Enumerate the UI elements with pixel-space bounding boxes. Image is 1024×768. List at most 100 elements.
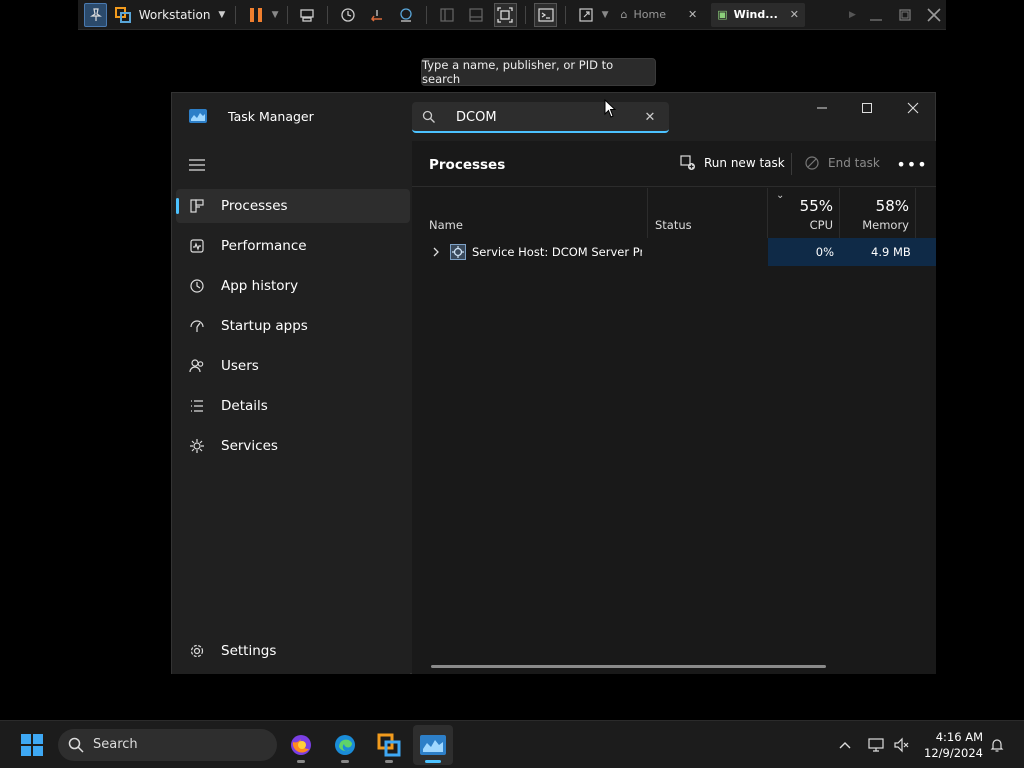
tab-label: Home (633, 8, 666, 21)
full-screen-icon[interactable] (493, 2, 517, 27)
more-options-icon[interactable]: ••• (896, 154, 926, 174)
revert-snapshot-icon[interactable] (365, 3, 388, 27)
divider (235, 5, 237, 24)
column-header-cpu[interactable]: ⌄ 55% CPU (768, 188, 840, 238)
sidebar-item-label: Performance (221, 238, 307, 254)
column-status-label: Status (655, 218, 692, 232)
sidebar-item-processes[interactable]: Processes (176, 189, 410, 223)
running-indicator (385, 760, 393, 763)
search-tooltip: Type a name, publisher, or PID to search (421, 58, 656, 86)
service-host-icon (450, 244, 466, 260)
sidebar-item-performance[interactable]: Performance (176, 229, 410, 263)
table-row[interactable]: Service Host: DCOM Server Pr... 0% 4.9 M… (412, 238, 936, 266)
column-header-memory[interactable]: 58% Memory (840, 188, 916, 238)
vmware-icon (377, 733, 401, 757)
chevron-right-icon[interactable] (429, 245, 443, 259)
services-icon (188, 437, 206, 455)
vmware-logo-icon (111, 3, 134, 27)
hamburger-menu-icon[interactable] (187, 157, 207, 173)
run-new-task-button[interactable]: Run new task (680, 155, 785, 171)
end-task-label: End task (828, 156, 880, 170)
sidebar-item-label: Settings (221, 643, 277, 659)
snapshot-manager-icon[interactable] (395, 3, 418, 27)
tab-vm[interactable]: ▣ Wind... ✕ (711, 2, 805, 27)
close-icon[interactable]: ✕ (688, 8, 697, 21)
sidebar-item-label: Startup apps (221, 318, 308, 334)
chevron-down-icon[interactable]: ▼ (272, 10, 279, 20)
running-indicator (341, 760, 349, 763)
end-task-icon (805, 156, 819, 170)
column-name-label: Name (429, 218, 463, 232)
minimize-icon[interactable] (864, 3, 887, 27)
network-icon[interactable] (866, 733, 886, 757)
pause-icon[interactable] (244, 3, 267, 27)
sidebar-item-users[interactable]: Users (176, 349, 410, 383)
stretch-icon[interactable] (574, 3, 597, 27)
edge-button[interactable] (325, 725, 365, 765)
task-manager-window: Task Manager ✕ (171, 92, 936, 674)
vmware-toolbar: Workstation ▼ ▼ ▼ ⌂ Home ✕ ▣ Wind... ✕ ▶ (78, 0, 946, 30)
column-header-name[interactable]: Name (412, 188, 648, 238)
sidebar-item-services[interactable]: Services (176, 429, 410, 463)
edge-icon (335, 735, 355, 755)
search-icon (68, 737, 84, 753)
close-icon (907, 102, 919, 114)
restore-icon[interactable] (893, 3, 916, 27)
sidebar-item-settings[interactable]: Settings (176, 634, 410, 668)
sort-chevron-icon: ⌄ (776, 190, 785, 201)
clock-time: 4:16 AM (935, 730, 983, 744)
minimize-icon (817, 107, 827, 109)
vm-name[interactable]: Workstation (139, 8, 211, 22)
close-button[interactable] (890, 97, 936, 119)
mouse-cursor-icon (604, 99, 617, 118)
page-title: Processes (429, 157, 506, 173)
sidebar-item-label: Users (221, 358, 259, 374)
chevron-up-icon[interactable] (835, 733, 855, 757)
sidebar-item-startup-apps[interactable]: Startup apps (176, 309, 410, 343)
taskbar-search[interactable]: Search (58, 729, 277, 761)
library-icon[interactable] (435, 3, 458, 27)
task-manager-taskbar-button[interactable] (413, 725, 453, 765)
close-icon[interactable] (923, 3, 946, 27)
pin-icon[interactable] (84, 2, 108, 27)
panel-header: Processes Run new task End task ••• (412, 141, 936, 187)
minimize-button[interactable] (799, 97, 845, 119)
column-memory-label: Memory (862, 218, 909, 232)
sidebar-item-label: App history (221, 278, 299, 294)
title-bar[interactable]: Task Manager ✕ (172, 93, 935, 141)
vmware-button[interactable] (369, 725, 409, 765)
chevron-down-icon[interactable]: ▼ (218, 10, 225, 20)
volume-muted-icon[interactable] (891, 733, 911, 757)
users-icon (188, 357, 206, 375)
chevron-right-icon[interactable]: ▶ (849, 10, 856, 20)
column-header-status[interactable]: Status (648, 188, 768, 238)
send-keys-icon[interactable] (296, 3, 319, 27)
process-memory: 4.9 MB (840, 238, 936, 266)
console-icon[interactable] (533, 2, 558, 27)
firefox-button[interactable] (281, 725, 321, 765)
horizontal-scrollbar[interactable] (431, 665, 826, 668)
tab-label: Wind... (733, 8, 778, 21)
bell-icon[interactable] (987, 733, 1007, 757)
maximize-icon (862, 103, 872, 113)
window-title: Task Manager (228, 109, 314, 124)
tab-home[interactable]: ⌂ Home ✕ (615, 3, 704, 27)
divider (286, 5, 288, 24)
close-icon[interactable]: ✕ (790, 8, 799, 21)
running-indicator (297, 760, 305, 763)
search-box[interactable]: ✕ (412, 102, 669, 133)
sidebar-item-details[interactable]: Details (176, 389, 410, 423)
end-task-button[interactable]: End task (804, 155, 880, 171)
clear-search-icon[interactable]: ✕ (642, 109, 658, 125)
maximize-button[interactable] (844, 97, 890, 119)
process-name: Service Host: DCOM Server Pr... (472, 245, 642, 259)
sidebar-item-app-history[interactable]: App history (176, 269, 410, 303)
snapshot-icon[interactable] (336, 3, 359, 27)
chevron-down-icon[interactable]: ▼ (602, 10, 609, 20)
divider (326, 5, 328, 24)
windows-start-icon[interactable] (21, 734, 43, 756)
processes-icon (188, 197, 206, 215)
clock-date: 12/9/2024 (924, 746, 983, 760)
thumbnail-bar-icon[interactable] (464, 3, 487, 27)
clock[interactable]: 4:16 AM 12/9/2024 (921, 729, 983, 761)
